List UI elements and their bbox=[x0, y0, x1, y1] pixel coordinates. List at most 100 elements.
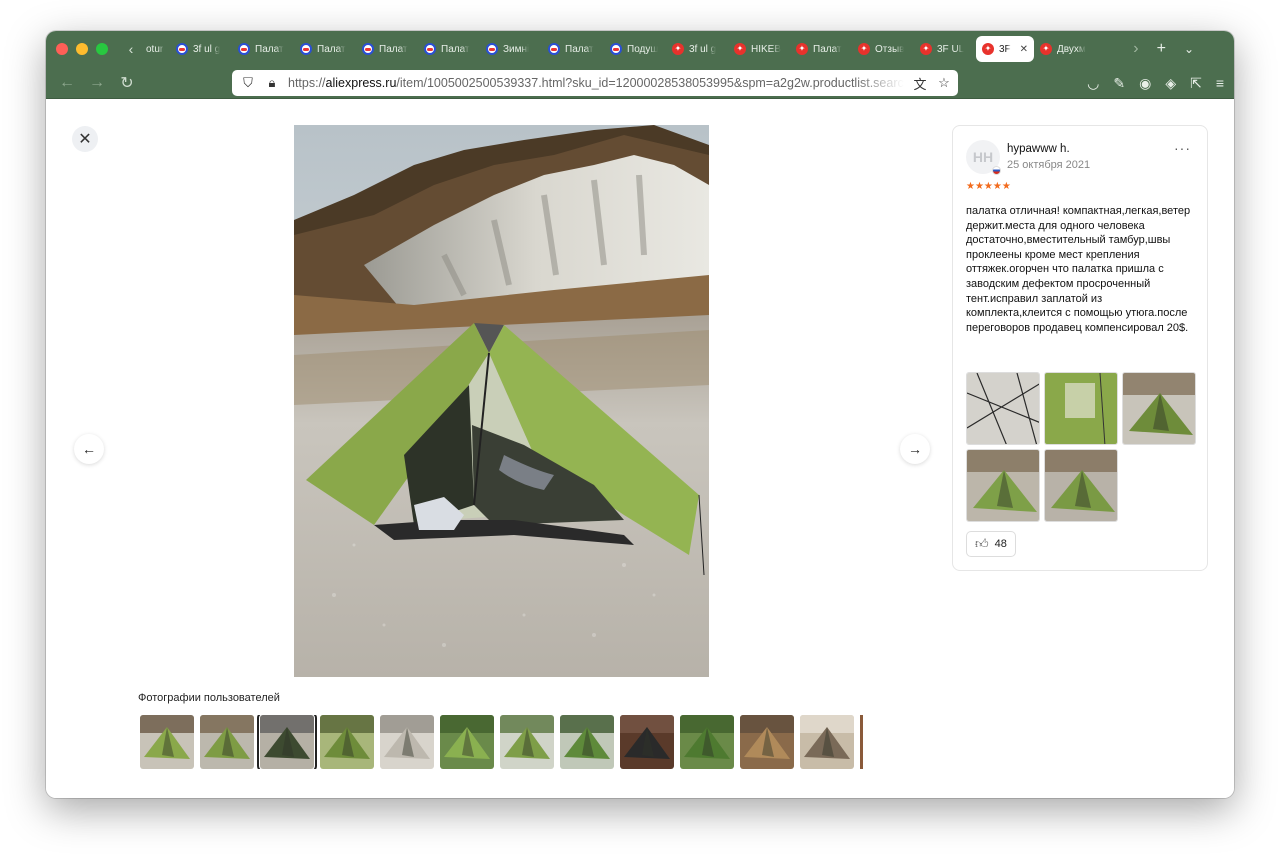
tab[interactable]: 3f ul g bbox=[170, 36, 232, 62]
aliexpress-favicon-icon: ✦ bbox=[920, 43, 932, 55]
review-photo-thumbnail[interactable] bbox=[1044, 449, 1118, 522]
tab[interactable]: Палат bbox=[294, 36, 356, 62]
tab-active[interactable]: ✦ 3F ✕ bbox=[976, 36, 1034, 62]
url-domain: aliexpress.ru bbox=[325, 76, 397, 90]
tracking-shield-icon[interactable]: ⛉ bbox=[240, 75, 256, 91]
tab-scroll-right-icon[interactable]: › bbox=[1133, 40, 1138, 58]
tab[interactable]: ✦ Палат bbox=[790, 36, 852, 62]
tab-label: Зимнi bbox=[503, 43, 530, 55]
close-icon: ✕ bbox=[78, 131, 92, 148]
avatar-initials: HH bbox=[972, 149, 994, 165]
account-icon[interactable]: ◉ bbox=[1139, 75, 1151, 92]
main-photo bbox=[294, 125, 709, 677]
browser-window: ‹ oture 3f ul g Палат Палат Палат Палат Зимнi П… bbox=[46, 31, 1234, 798]
window-controls bbox=[56, 43, 108, 55]
pocket-icon[interactable]: ◡ bbox=[1087, 75, 1099, 92]
previous-photo-button[interactable]: ← bbox=[74, 434, 104, 464]
tab[interactable]: Палат bbox=[418, 36, 480, 62]
review-photo-image bbox=[967, 450, 1039, 521]
forward-icon[interactable]: → bbox=[82, 74, 112, 92]
back-icon[interactable]: ← bbox=[52, 74, 82, 92]
aliexpress-favicon-icon: ✦ bbox=[796, 43, 808, 55]
arrow-left-icon: ← bbox=[82, 441, 96, 457]
user-photo-thumbnail[interactable] bbox=[560, 715, 614, 769]
site-favicon-icon bbox=[548, 43, 560, 55]
minimize-window-button[interactable] bbox=[76, 43, 88, 55]
like-count: 48 bbox=[994, 538, 1007, 550]
thumbnail-image bbox=[140, 715, 194, 769]
review-photo-thumbnail[interactable] bbox=[966, 449, 1040, 522]
tab[interactable]: ✦ Отзыв bbox=[852, 36, 914, 62]
site-favicon-icon bbox=[238, 43, 250, 55]
tab[interactable]: ✦ Двухм bbox=[1034, 36, 1096, 62]
user-photo-thumbnail[interactable] bbox=[680, 715, 734, 769]
review-photos bbox=[966, 372, 1198, 522]
tab-scroll-left-icon[interactable]: ‹ bbox=[122, 41, 140, 57]
tab-tools: › + ⌄ bbox=[1133, 40, 1194, 58]
review-photo-image bbox=[1045, 373, 1117, 444]
thumbnail-image bbox=[680, 715, 734, 769]
user-photo-thumbnail[interactable] bbox=[380, 715, 434, 769]
user-photo-thumbnail[interactable] bbox=[740, 715, 794, 769]
thumbnail-image bbox=[260, 715, 314, 769]
user-photo-thumbnail[interactable] bbox=[620, 715, 674, 769]
review-photo-viewer: ✕ ← → Фотографии пользователей HH hypaww… bbox=[46, 99, 1234, 798]
close-tab-icon[interactable]: ✕ bbox=[1020, 44, 1028, 55]
user-photo-thumbnail[interactable] bbox=[140, 715, 194, 769]
tab[interactable]: ✦ 3f ul g bbox=[666, 36, 728, 62]
user-photo-thumbnail[interactable] bbox=[320, 715, 374, 769]
review-photo-thumbnail[interactable] bbox=[966, 372, 1040, 445]
tab-label: Палат bbox=[379, 43, 408, 55]
user-photo-thumbnail[interactable] bbox=[800, 715, 854, 769]
tab[interactable]: Подуш bbox=[604, 36, 666, 62]
close-window-button[interactable] bbox=[56, 43, 68, 55]
more-options-icon[interactable]: ··· bbox=[1174, 140, 1191, 156]
url-text[interactable]: https://aliexpress.ru/item/1005002500539… bbox=[288, 76, 904, 90]
shield-icon[interactable]: ◈ bbox=[1165, 75, 1176, 92]
tab-label: Палат bbox=[565, 43, 594, 55]
new-tab-icon[interactable]: + bbox=[1157, 40, 1166, 58]
user-photos-strip bbox=[140, 715, 866, 769]
tab-label: Палат bbox=[813, 43, 842, 55]
user-photo-thumbnail[interactable] bbox=[500, 715, 554, 769]
arrow-right-icon: → bbox=[908, 441, 922, 457]
like-button[interactable]: 👍︎ 48 bbox=[966, 531, 1016, 557]
tab[interactable]: Зимнi bbox=[480, 36, 542, 62]
navigation-bar: ← → ↻ ⛉ 🔒︎ https://aliexpress.ru/item/10… bbox=[46, 67, 1234, 99]
zoom-window-button[interactable] bbox=[96, 43, 108, 55]
tab[interactable]: ✦ HIKEB bbox=[728, 36, 790, 62]
user-photo-thumbnail[interactable] bbox=[440, 715, 494, 769]
tab[interactable]: Палат bbox=[232, 36, 294, 62]
tab-bar: ‹ oture 3f ul g Палат Палат Палат Палат Зимнi П… bbox=[46, 31, 1234, 67]
user-photos-title: Фотографии пользователей bbox=[138, 692, 280, 704]
menu-icon[interactable]: ≡ bbox=[1216, 75, 1224, 91]
reload-icon[interactable]: ↻ bbox=[112, 73, 142, 93]
review-photo-thumbnail[interactable] bbox=[1122, 372, 1196, 445]
lock-icon[interactable]: 🔒︎ bbox=[264, 75, 280, 91]
tab[interactable]: oture bbox=[140, 36, 170, 62]
next-photo-button[interactable]: → bbox=[900, 434, 930, 464]
address-bar[interactable]: ⛉ 🔒︎ https://aliexpress.ru/item/10050025… bbox=[232, 70, 958, 96]
aliexpress-favicon-icon: ✦ bbox=[672, 43, 684, 55]
translate-icon[interactable]: 文 bbox=[912, 74, 928, 93]
thumbnail-image bbox=[740, 715, 794, 769]
aliexpress-favicon-icon: ✦ bbox=[734, 43, 746, 55]
user-photo-thumbnail[interactable] bbox=[200, 715, 254, 769]
extensions-icon[interactable]: ⇱ bbox=[1190, 75, 1202, 92]
tab-list-chevron-down-icon[interactable]: ⌄ bbox=[1184, 42, 1194, 56]
review-photo-image bbox=[1123, 373, 1195, 444]
close-viewer-button[interactable]: ✕ bbox=[72, 126, 98, 152]
site-favicon-icon bbox=[176, 43, 188, 55]
bookmark-star-icon[interactable]: ☆ bbox=[936, 75, 952, 91]
tab[interactable]: Палат bbox=[356, 36, 418, 62]
wrench-icon[interactable]: ✎ bbox=[1113, 75, 1125, 92]
review-photo-thumbnail[interactable] bbox=[1044, 372, 1118, 445]
tab[interactable]: ✦ 3F UL bbox=[914, 36, 976, 62]
thumbnail-image bbox=[380, 715, 434, 769]
tab-label: 3F UL bbox=[937, 43, 965, 55]
tab-label: Палат bbox=[441, 43, 470, 55]
aliexpress-favicon-icon: ✦ bbox=[858, 43, 870, 55]
user-photo-thumbnail[interactable] bbox=[257, 715, 317, 769]
tab[interactable]: Палат bbox=[542, 36, 604, 62]
thumbs-up-icon: 👍︎ bbox=[975, 536, 989, 551]
